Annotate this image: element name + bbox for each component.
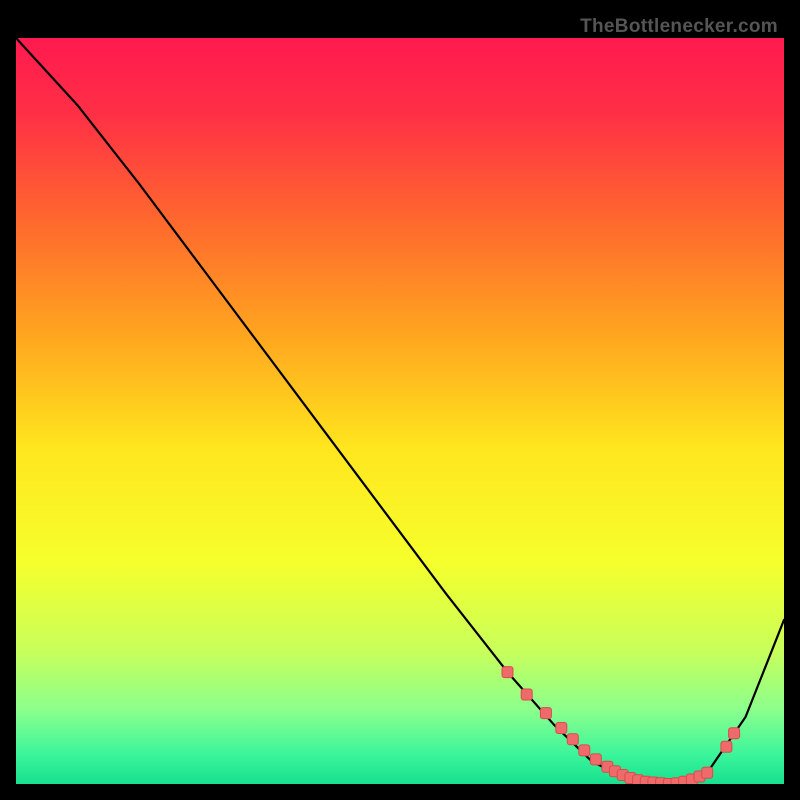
bottleneck-chart: [16, 38, 784, 784]
marker-point: [702, 767, 713, 778]
marker-point: [729, 728, 740, 739]
marker-point: [556, 723, 567, 734]
chart-frame: TheBottlenecker.com: [16, 16, 784, 784]
marker-point: [721, 741, 732, 752]
marker-point: [590, 754, 601, 765]
watermark-label: TheBottlenecker.com: [580, 16, 778, 38]
gradient-background: [16, 38, 784, 784]
marker-point: [521, 689, 532, 700]
marker-point: [579, 745, 590, 756]
marker-point: [540, 708, 551, 719]
marker-point: [567, 734, 578, 745]
marker-point: [502, 667, 513, 678]
